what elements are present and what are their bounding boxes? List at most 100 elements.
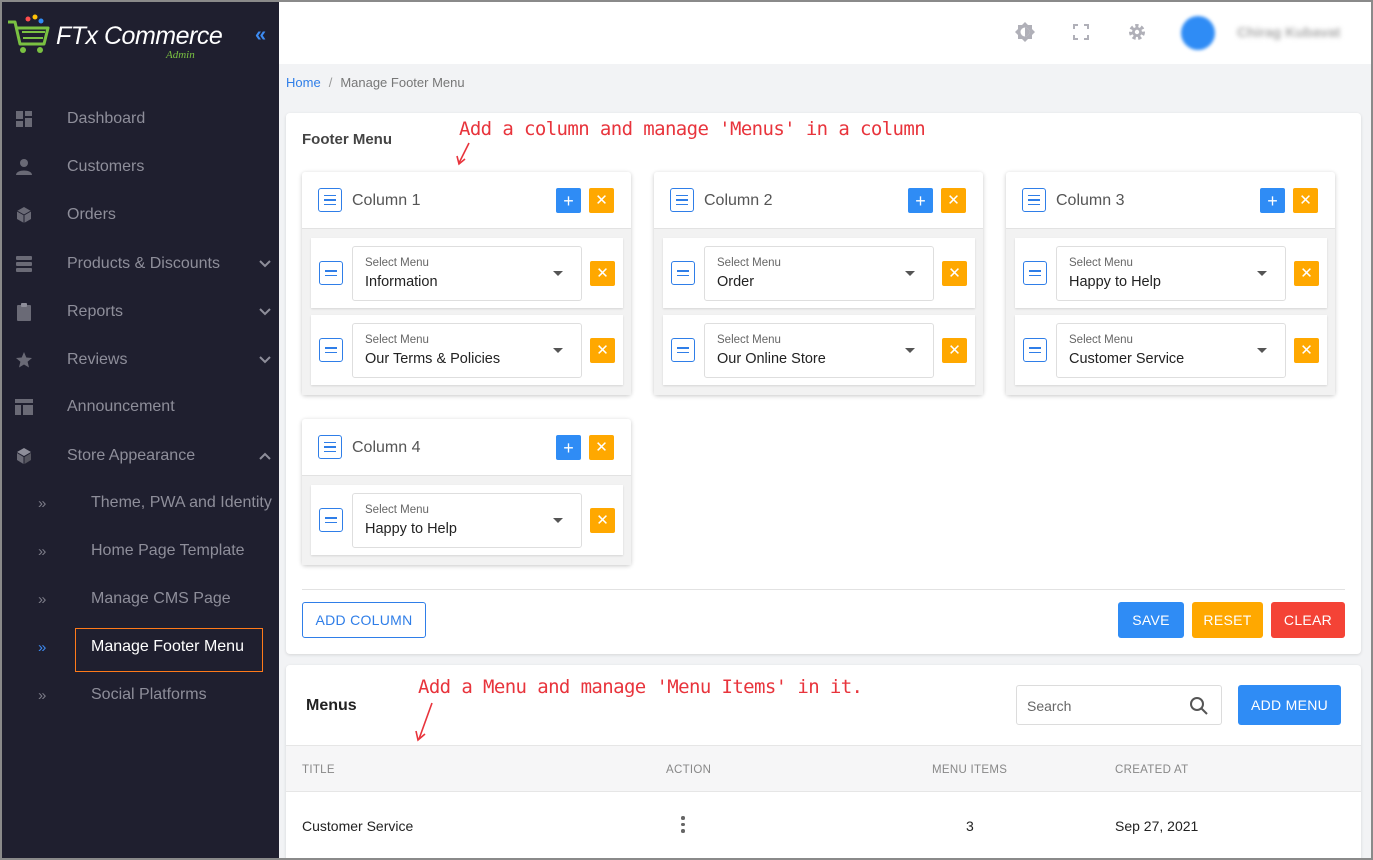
select-menu-dropdown[interactable]: Select Menu Order [704,246,934,301]
select-menu-dropdown[interactable]: Select Menu Information [352,246,582,301]
drag-handle-icon[interactable] [1023,338,1047,362]
footer-menu-annotation: Add a column and manage 'Menus' in a col… [459,118,926,140]
annotation-arrow-icon [415,702,433,742]
logo-text: FTx Commerce [56,22,223,50]
caret-down-icon [905,271,915,276]
sidebar-item-label: Reviews [67,351,128,368]
chevron-right-icon: » [38,495,47,512]
remove-menu-button[interactable]: ✕ [590,338,615,363]
drag-handle-icon[interactable] [318,188,342,212]
remove-column-button[interactable]: ✕ [589,188,614,213]
remove-menu-button[interactable]: ✕ [942,261,967,286]
sidebar-subitem-label: Theme, PWA and Identity [91,494,272,511]
sidebar-item-store-appearance[interactable]: Store Appearance [0,434,279,478]
add-menu-to-column-button[interactable]: + [556,188,581,213]
row-created-at: Sep 27, 2021 [1115,818,1199,834]
more-actions-icon[interactable] [681,816,685,833]
drag-handle-icon[interactable] [318,435,342,459]
breadcrumb-home-link[interactable]: Home [286,75,321,90]
add-menu-button[interactable]: ADD MENU [1238,685,1341,725]
active-item-highlight [75,628,263,672]
footer-menu-title: Footer Menu [302,131,392,148]
sidebar-subitem-label: Social Platforms [91,686,207,703]
column-menu-row: Select Menu Happy to Help ✕ [311,485,623,555]
table-row[interactable]: Customer Service 3 Sep 27, 2021 [286,792,1361,860]
select-menu-label: Select Menu [365,334,429,346]
select-menu-value: Our Terms & Policies [365,351,501,367]
column-menu-row: Select Menu Information ✕ [311,238,623,308]
sidebar-subitem-manage-cms-page[interactable]: » Manage CMS Page [0,577,279,621]
add-menu-to-column-button[interactable]: + [556,435,581,460]
sidebar-item-products-discounts[interactable]: Products & Discounts [0,242,279,286]
remove-menu-button[interactable]: ✕ [1294,338,1319,363]
sidebar-item-label: Orders [67,206,116,223]
sidebar-subitem-label: Manage CMS Page [91,590,231,607]
sidebar-item-dashboard[interactable]: Dashboard [0,97,279,141]
collapse-sidebar-button[interactable]: « [255,24,266,47]
select-menu-value: Information [365,274,438,290]
add-column-button[interactable]: ADD COLUMN [302,602,426,638]
sidebar-subitem-home-page-template[interactable]: » Home Page Template [0,529,279,573]
drag-handle-icon[interactable] [670,188,694,212]
remove-column-button[interactable]: ✕ [589,435,614,460]
sidebar-item-reviews[interactable]: Reviews [0,338,279,382]
fullscreen-icon[interactable] [1069,20,1093,44]
select-menu-value: Customer Service [1069,351,1185,367]
sidebar-item-customers[interactable]: Customers [0,145,279,189]
user-icon [14,157,34,177]
drag-handle-icon[interactable] [671,338,695,362]
app-logo[interactable]: FTx Commerce Admin [6,8,236,61]
sidebar-item-reports[interactable]: Reports [0,290,279,334]
add-menu-to-column-button[interactable]: + [908,188,933,213]
chevron-up-icon [259,452,271,460]
select-menu-label: Select Menu [1069,257,1133,269]
select-menu-dropdown[interactable]: Select Menu Our Online Store [704,323,934,378]
column-header-title[interactable]: TITLE [302,764,335,776]
remove-column-button[interactable]: ✕ [941,188,966,213]
box-icon [14,205,34,225]
remove-menu-button[interactable]: ✕ [590,508,615,533]
select-menu-dropdown[interactable]: Select Menu Our Terms & Policies [352,323,582,378]
search-icon[interactable] [1189,696,1209,716]
select-menu-dropdown[interactable]: Select Menu Customer Service [1056,323,1286,378]
remove-menu-button[interactable]: ✕ [942,338,967,363]
column-header-menu-items[interactable]: MENU ITEMS [932,764,1007,776]
dashboard-icon [14,109,34,129]
reset-button[interactable]: RESET [1192,602,1263,638]
remove-menu-button[interactable]: ✕ [590,261,615,286]
sidebar-subitem-theme-pwa[interactable]: » Theme, PWA and Identity [0,481,279,525]
logo-subtitle: Admin [166,49,195,61]
cart-logo-icon [8,14,50,53]
select-menu-label: Select Menu [717,334,781,346]
breadcrumb-separator: / [328,75,333,90]
sidebar-subitem-social-platforms[interactable]: » Social Platforms [0,673,279,717]
select-menu-value: Happy to Help [1069,274,1161,290]
remove-menu-button[interactable]: ✕ [1294,261,1319,286]
drag-handle-icon[interactable] [1023,261,1047,285]
drag-handle-icon[interactable] [319,508,343,532]
clear-button[interactable]: CLEAR [1271,602,1345,638]
drag-handle-icon[interactable] [671,261,695,285]
sidebar-item-orders[interactable]: Orders [0,193,279,237]
remove-column-button[interactable]: ✕ [1293,188,1318,213]
column-menu-row: Select Menu Customer Service ✕ [1015,315,1327,385]
select-menu-dropdown[interactable]: Select Menu Happy to Help [1056,246,1286,301]
announcement-icon [14,397,34,417]
column-header-created-at[interactable]: CREATED AT [1115,764,1189,776]
add-menu-to-column-button[interactable]: + [1260,188,1285,213]
avatar[interactable] [1181,16,1215,50]
save-button[interactable]: SAVE [1118,602,1184,638]
chevron-right-icon: » [38,687,47,704]
drag-handle-icon[interactable] [319,261,343,285]
search-input[interactable] [1027,695,1177,717]
drag-handle-icon[interactable] [1022,188,1046,212]
select-menu-dropdown[interactable]: Select Menu Happy to Help [352,493,582,548]
footer-column: Column 3 + ✕ Select Menu Happy to Help ✕… [1006,172,1335,395]
gear-icon[interactable] [1125,20,1149,44]
search-field[interactable] [1016,685,1222,725]
brightness-icon[interactable] [1013,20,1037,44]
user-name[interactable]: Chirag Kubavat [1237,24,1340,40]
sidebar-item-label: Customers [67,158,145,175]
sidebar-item-announcement[interactable]: Announcement [0,385,279,429]
drag-handle-icon[interactable] [319,338,343,362]
